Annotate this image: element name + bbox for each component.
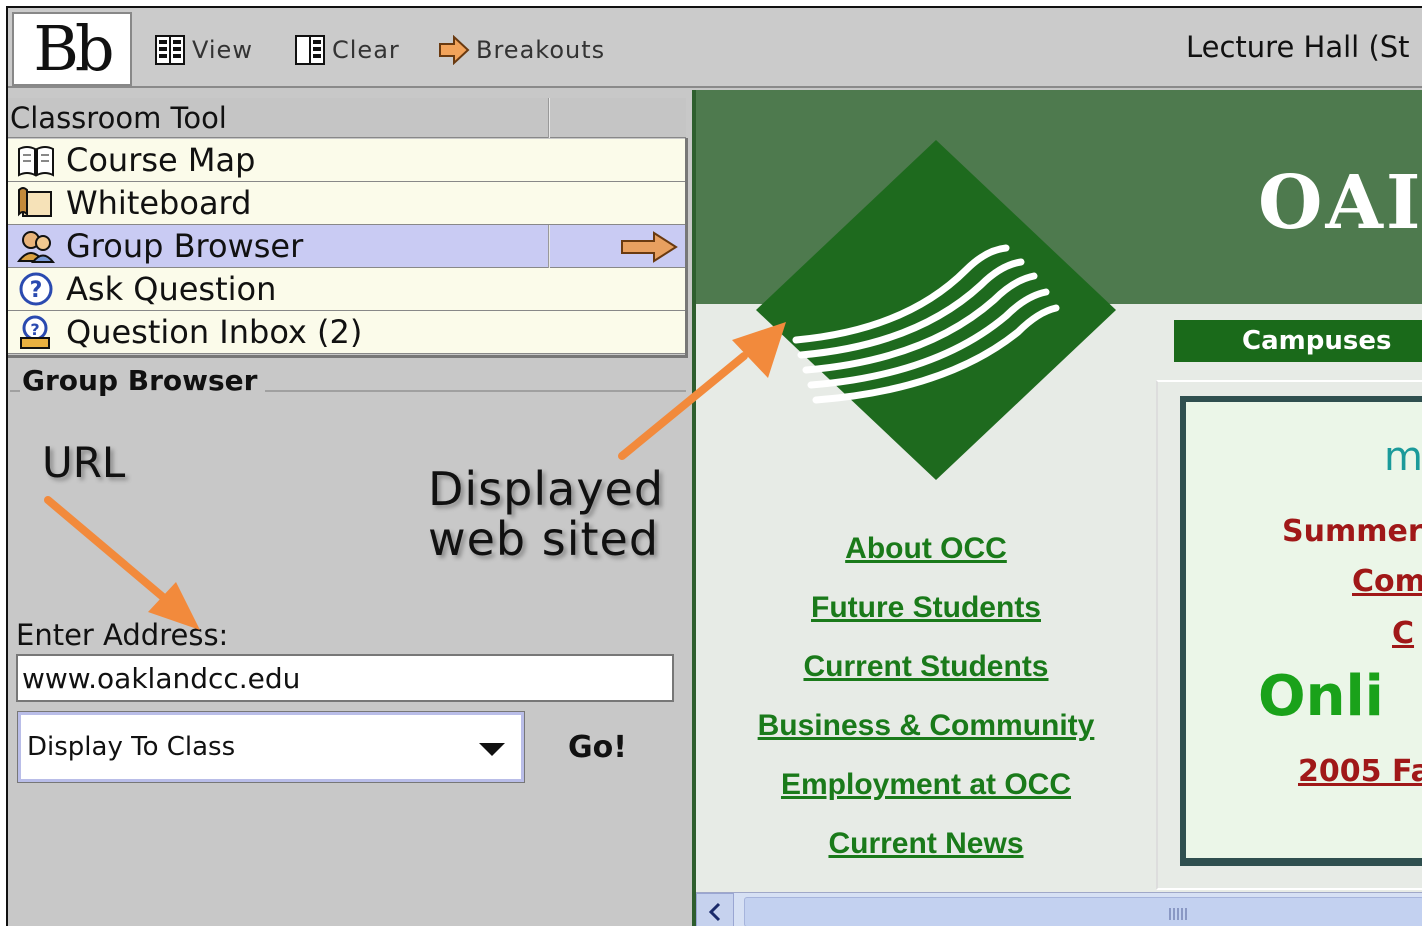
display-to-value: Display To Class	[27, 732, 236, 762]
browser-content-pane: OAI Campuses m Summer Com C Onli 2005 Fa…	[692, 90, 1422, 926]
nav-link-about[interactable]: About OCC	[696, 532, 1156, 566]
left-panel: Classroom Tool Course Map Whiteboard Gro…	[8, 90, 692, 926]
group-browser-heading: Group Browser	[20, 364, 266, 397]
news-link[interactable]: 2005 Fa	[1298, 754, 1422, 789]
view-label: View	[192, 36, 253, 64]
toolbar: Bb View Clear Breakouts Lecture Hall (St	[8, 8, 1422, 88]
column-divider	[548, 98, 550, 138]
clear-icon	[295, 35, 325, 65]
arrow-right-icon	[439, 35, 470, 65]
svg-text:?: ?	[30, 320, 39, 339]
classroom-tool-title: Classroom Tool	[10, 101, 227, 135]
news-heading: Summer	[1282, 514, 1422, 549]
occ-logo	[756, 140, 1116, 480]
nav-link-future-students[interactable]: Future Students	[696, 591, 1156, 625]
online-banner[interactable]: Onli	[1258, 664, 1384, 729]
annotation-line: web sited	[428, 512, 660, 566]
scroll-thumb[interactable]	[744, 897, 1422, 926]
whiteboard-icon	[16, 184, 56, 222]
news-link[interactable]: Com	[1352, 564, 1422, 599]
book-icon	[16, 141, 56, 179]
tool-item-label: Question Inbox (2)	[66, 313, 363, 351]
view-button[interactable]: View	[154, 30, 253, 70]
view-icon	[155, 35, 185, 65]
annotation-line: Displayed	[428, 462, 665, 516]
site-title: OAI	[1258, 160, 1422, 246]
room-title: Lecture Hall (St	[1186, 30, 1410, 64]
news-text: m	[1384, 434, 1422, 480]
chevron-left-icon	[708, 902, 721, 922]
inbox-icon: ?	[16, 313, 56, 351]
classroom-tool-header: Classroom Tool	[8, 98, 686, 138]
column-divider	[548, 225, 550, 268]
display-to-select[interactable]: Display To Class	[17, 711, 525, 783]
clear-button[interactable]: Clear	[294, 30, 400, 70]
scroll-grip	[1169, 908, 1189, 920]
tool-item-ask-question[interactable]: ? Ask Question	[8, 268, 686, 311]
annotation-displayed-website: Displayed web sited	[428, 464, 664, 564]
nav-link-current-students[interactable]: Current Students	[696, 650, 1156, 684]
go-button[interactable]: Go!	[568, 730, 627, 765]
tool-item-label: Course Map	[66, 141, 256, 179]
tool-item-label: Ask Question	[66, 270, 277, 308]
news-link[interactable]: C	[1392, 616, 1414, 651]
question-icon: ?	[16, 270, 56, 308]
annotation-url: URL	[42, 438, 126, 487]
arrow-right-icon	[621, 231, 678, 263]
clear-label: Clear	[332, 36, 400, 64]
horizontal-scrollbar[interactable]	[696, 892, 1422, 926]
nav-link-current-news[interactable]: Current News	[696, 827, 1156, 861]
svg-text:?: ?	[30, 278, 43, 303]
tool-item-label: Group Browser	[66, 227, 304, 265]
news-box: m Summer Com C Onli 2005 Fa	[1180, 396, 1422, 866]
blackboard-logo: Bb	[12, 12, 132, 86]
tool-item-question-inbox[interactable]: ? Question Inbox (2)	[8, 311, 686, 354]
address-input[interactable]	[16, 654, 674, 702]
tool-item-course-map[interactable]: Course Map	[8, 139, 686, 182]
tool-item-group-browser[interactable]: Group Browser	[8, 225, 686, 268]
tool-item-label: Whiteboard	[66, 184, 252, 222]
breakouts-button[interactable]: Breakouts	[438, 30, 605, 70]
dropdown-arrow-icon[interactable]	[479, 743, 505, 756]
virtual-classroom-window: Bb View Clear Breakouts Lecture Hall (St…	[6, 6, 1422, 926]
nav-link-business-community[interactable]: Business & Community	[696, 709, 1156, 743]
address-label: Enter Address:	[16, 618, 229, 652]
tool-item-whiteboard[interactable]: Whiteboard	[8, 182, 686, 225]
people-icon	[16, 227, 56, 265]
breakouts-label: Breakouts	[476, 36, 606, 64]
campuses-tab[interactable]: Campuses	[1174, 320, 1422, 362]
nav-link-employment[interactable]: Employment at OCC	[696, 768, 1156, 802]
scroll-left-button[interactable]	[696, 893, 734, 926]
